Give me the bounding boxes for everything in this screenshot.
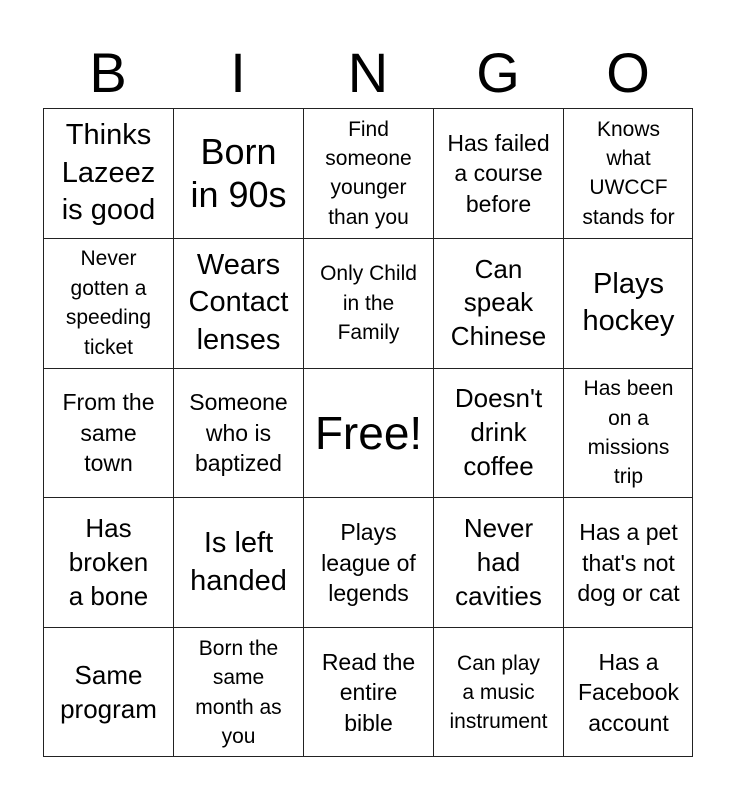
bingo-cell[interactable]: Has a Facebook account	[563, 627, 693, 757]
header-letter-b: B	[89, 41, 127, 104]
bingo-cell-text: Has a Facebook account	[577, 648, 679, 736]
bingo-cell-text: Someone who is baptized	[189, 389, 288, 477]
bingo-cell-text: Only Child in the Family	[320, 262, 417, 344]
bingo-cell-text: Thinks Lazeez is good	[61, 118, 156, 227]
bingo-cell[interactable]: Has failed a course before	[433, 108, 563, 238]
bingo-cell-text: Born the same month as you	[195, 636, 282, 748]
bingo-cell[interactable]: Knows what UWCCF stands for	[563, 108, 693, 238]
bingo-cell-text: Knows what UWCCF stands for	[582, 117, 675, 229]
bingo-cell[interactable]: Read the entire bible	[303, 627, 433, 757]
bingo-cell-text: From the same town	[62, 389, 155, 477]
bingo-cell[interactable]: Someone who is baptized	[173, 367, 303, 498]
bingo-cell-text: Same program	[60, 659, 157, 724]
bingo-cell[interactable]: Same program	[43, 627, 173, 757]
bingo-cell[interactable]: Has broken a bone	[43, 497, 173, 628]
bingo-cell-text: Is left handed	[190, 527, 287, 597]
header-letter-o: O	[606, 41, 650, 104]
bingo-cell[interactable]: Wears Contact lenses	[173, 237, 303, 368]
header-letter-i: I	[230, 41, 246, 104]
bingo-cell[interactable]: Plays league of legends	[303, 497, 433, 628]
header-letter-g: G	[476, 41, 520, 104]
bingo-cell-free-space[interactable]: Free!	[303, 367, 433, 498]
bingo-cell[interactable]: Thinks Lazeez is good	[43, 108, 173, 238]
bingo-cell-text: Can play a music instrument	[449, 651, 548, 734]
bingo-cell-text: Never gotten a speeding ticket	[65, 247, 152, 359]
bingo-cell-text: Free!	[314, 406, 423, 459]
header-letter-n: N	[347, 41, 389, 104]
bingo-cell[interactable]: Has been on a missions trip	[563, 367, 693, 498]
bingo-cell-text: Born in 90s	[190, 131, 287, 216]
bingo-cell[interactable]: Can speak Chinese	[433, 237, 563, 368]
bingo-card-grid: Thinks Lazeez is good Born in 90s Find som…	[43, 108, 693, 757]
bingo-cell-text: Can speak Chinese	[450, 253, 547, 352]
bingo-cell[interactable]: Born the same month as you	[173, 627, 303, 757]
bingo-cell-text: Has a pet that's not dog or cat	[577, 518, 680, 607]
bingo-cell-text: Has failed a course before	[447, 129, 550, 217]
bingo-cell[interactable]: Never gotten a speeding ticket	[43, 237, 173, 368]
bingo-cell[interactable]: Only Child in the Family	[303, 237, 433, 368]
bingo-cell[interactable]: From the same town	[43, 367, 173, 498]
bingo-cell-text: Plays hockey	[582, 267, 675, 338]
bingo-cell-text: Has been on a missions trip	[583, 377, 674, 489]
bingo-cell[interactable]: Never had cavities	[433, 497, 563, 628]
bingo-cell-text: Read the entire bible	[321, 648, 416, 736]
bingo-cell[interactable]: Has a pet that's not dog or cat	[563, 497, 693, 628]
bingo-cell[interactable]: Plays hockey	[563, 237, 693, 368]
bingo-cell[interactable]: Doesn't drink coffee	[433, 367, 563, 498]
bingo-cell-text: Plays league of legends	[321, 518, 416, 607]
bingo-cell-text: Doesn't drink coffee	[454, 383, 543, 481]
bingo-cell-text: Never had cavities	[455, 513, 542, 611]
bingo-cell-text: Has broken a bone	[68, 513, 149, 611]
bingo-cell[interactable]: Is left handed	[173, 497, 303, 628]
bingo-cell[interactable]: Find someone younger than you	[303, 108, 433, 238]
bingo-cell-text: Wears Contact lenses	[188, 248, 289, 357]
bingo-cell[interactable]: Can play a music instrument	[433, 627, 563, 757]
bingo-header: B I N G O	[43, 38, 693, 108]
bingo-cell-text: Find someone younger than you	[325, 117, 412, 229]
bingo-cell[interactable]: Born in 90s	[173, 108, 303, 238]
